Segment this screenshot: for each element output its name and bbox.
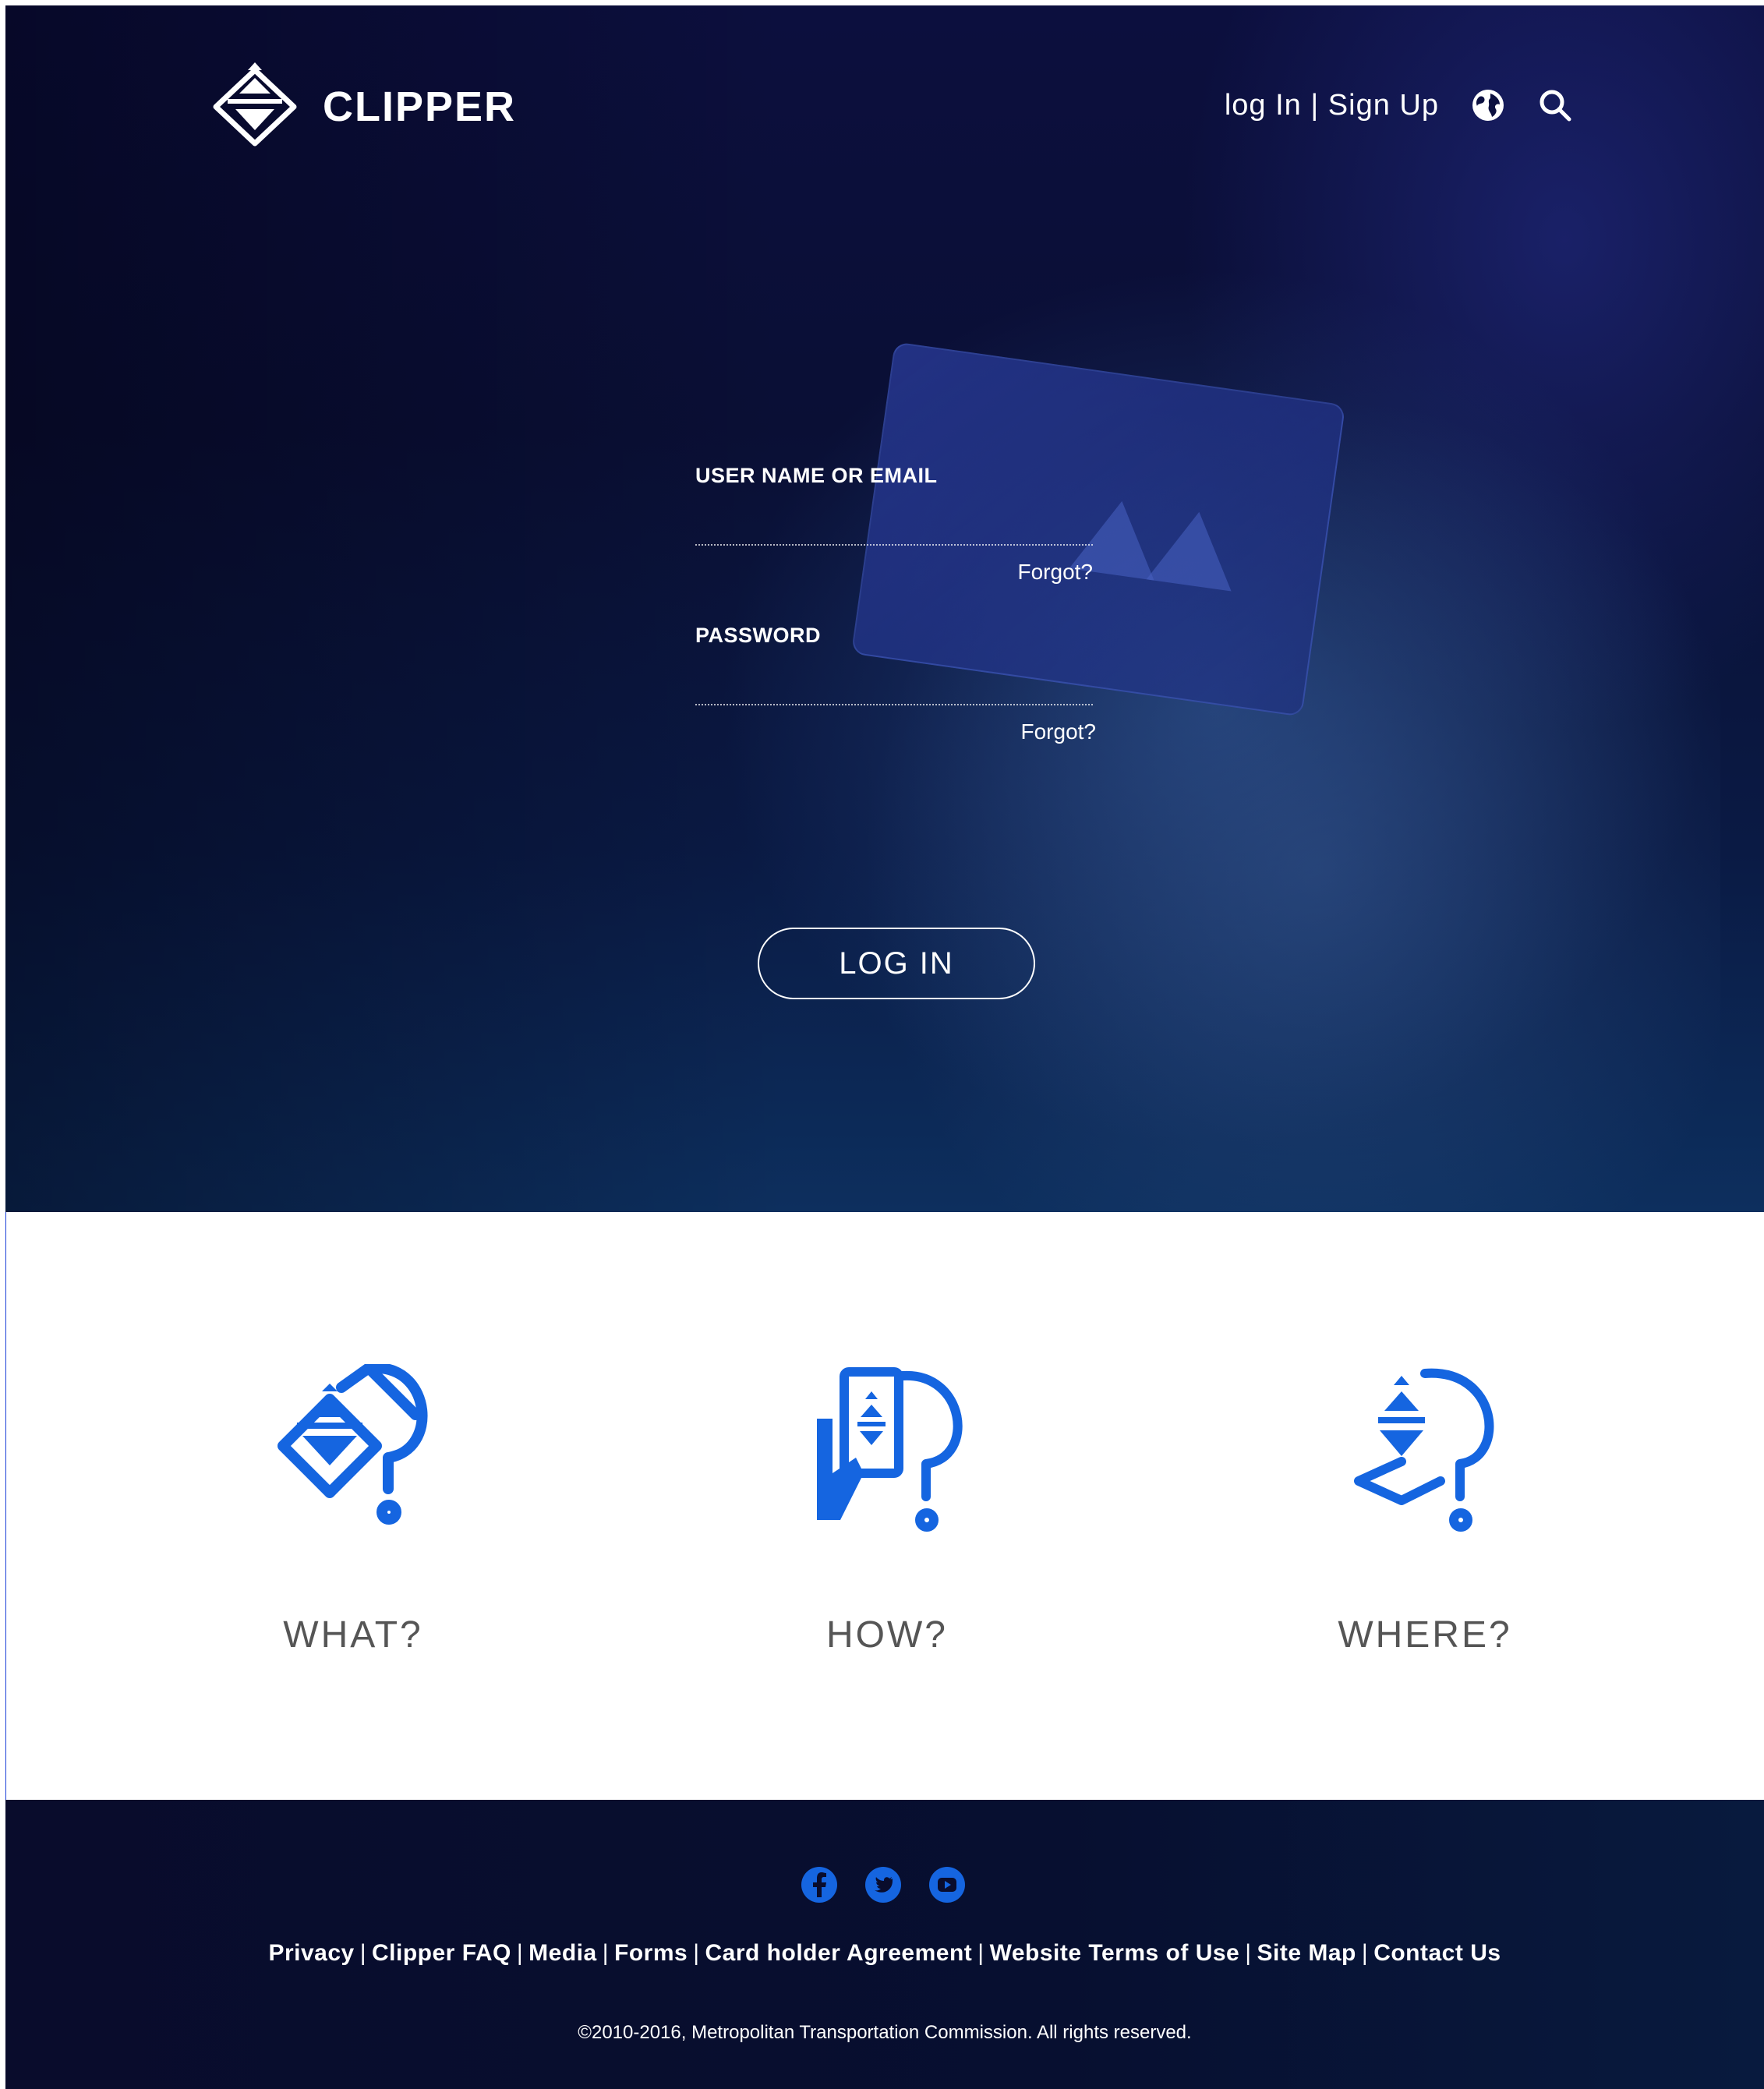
clipper-logo[interactable]: CLIPPER xyxy=(204,56,516,157)
feature-what-title: WHAT? xyxy=(283,1614,423,1656)
feature-how[interactable]: HOW? xyxy=(731,1364,1043,1656)
search-icon[interactable] xyxy=(1537,87,1573,123)
social-links xyxy=(801,1866,992,1903)
password-input[interactable] xyxy=(695,670,1093,705)
signup-link[interactable]: Sign Up xyxy=(1328,89,1439,122)
hero-section: CLIPPER log In | Sign Up USER NAME OR EM… xyxy=(5,5,1764,1212)
copyright-text: ©2010-2016, Metropolitan Transportation … xyxy=(578,2022,1192,2043)
login-form: USER NAME OR EMAIL Forgot? PASSWORD Forg… xyxy=(695,464,1097,744)
feature-where-title: WHERE? xyxy=(1338,1614,1512,1656)
footer: Privacy | Clipper FAQ | Media | Forms | Card hol… xyxy=(5,1800,1764,2089)
feature-how-title: HOW? xyxy=(826,1614,948,1656)
password-label: PASSWORD xyxy=(695,624,822,647)
clipper-logo-icon xyxy=(213,62,297,147)
hand-card-question-icon xyxy=(817,1367,963,1532)
username-label: USER NAME OR EMAIL xyxy=(695,464,938,487)
top-nav: log In | Sign Up xyxy=(1225,87,1573,123)
location-question-icon xyxy=(1354,1368,1494,1532)
link-separator: | xyxy=(1361,1940,1369,1966)
link-separator: | xyxy=(602,1940,609,1966)
footer-link-terms[interactable]: Website Terms of Use xyxy=(990,1940,1240,1966)
feature-where[interactable]: WHERE? xyxy=(1269,1364,1581,1656)
footer-link-privacy[interactable]: Privacy xyxy=(268,1940,354,1966)
feature-what[interactable]: WHAT? xyxy=(197,1363,509,1656)
login-button[interactable]: LOG IN xyxy=(758,928,1035,999)
link-separator: | xyxy=(359,1940,367,1966)
link-separator: | xyxy=(1245,1940,1252,1966)
forgot-password-link[interactable]: Forgot? xyxy=(695,719,1097,744)
auth-separator: | xyxy=(1310,88,1320,122)
auth-links: log In | Sign Up xyxy=(1225,89,1439,122)
footer-link-faq[interactable]: Clipper FAQ xyxy=(372,1940,511,1966)
card-triangle xyxy=(1146,506,1242,592)
globe-icon[interactable] xyxy=(1470,87,1506,123)
link-separator: | xyxy=(516,1940,524,1966)
link-separator: | xyxy=(977,1940,985,1966)
username-input[interactable] xyxy=(695,510,1093,546)
hero-shadow xyxy=(5,5,785,1212)
brand-name: CLIPPER xyxy=(323,83,517,130)
link-separator: | xyxy=(693,1940,700,1966)
youtube-icon[interactable] xyxy=(928,1866,966,1903)
footer-link-cardholder-agreement[interactable]: Card holder Agreement xyxy=(705,1940,972,1966)
footer-links: Privacy | Clipper FAQ | Media | Forms | Card hol… xyxy=(5,1940,1764,1967)
facebook-icon[interactable] xyxy=(801,1866,838,1903)
login-link[interactable]: log In xyxy=(1225,89,1302,122)
forgot-username-link[interactable]: Forgot? xyxy=(695,560,1094,585)
footer-link-forms[interactable]: Forms xyxy=(614,1940,688,1966)
features-section: WHAT? HOW? WHERE? xyxy=(5,1212,1764,1800)
footer-link-media[interactable]: Media xyxy=(528,1940,597,1966)
footer-link-sitemap[interactable]: Site Map xyxy=(1257,1940,1356,1966)
footer-link-contact[interactable]: Contact Us xyxy=(1373,1940,1501,1966)
card-question-icon xyxy=(278,1363,428,1525)
twitter-icon[interactable] xyxy=(864,1866,902,1903)
